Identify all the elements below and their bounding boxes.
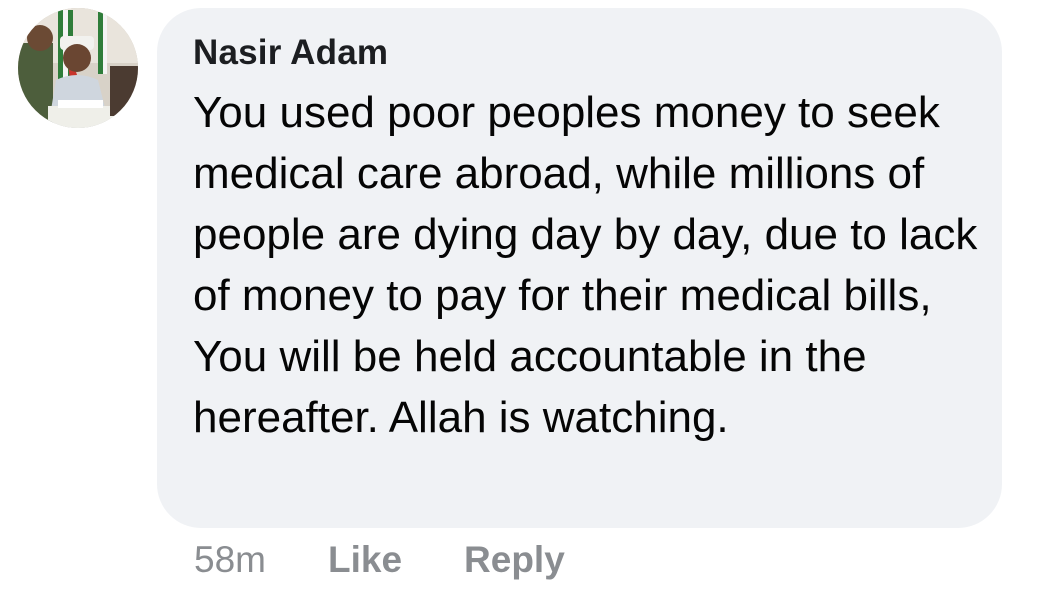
comment: Nasir Adam You used poor peoples money t…	[0, 0, 1050, 605]
reply-button[interactable]: Reply	[464, 539, 565, 581]
comment-bubble: Nasir Adam You used poor peoples money t…	[157, 8, 1002, 528]
like-button[interactable]: Like	[328, 539, 402, 581]
comment-author[interactable]: Nasir Adam	[193, 30, 972, 76]
comment-text: You used poor peoples money to seek medi…	[193, 88, 978, 442]
comment-timestamp[interactable]: 58m	[194, 539, 266, 581]
avatar[interactable]	[18, 8, 138, 128]
comment-actions: 58m Like Reply	[194, 532, 565, 588]
profile-photo-icon	[18, 8, 138, 128]
